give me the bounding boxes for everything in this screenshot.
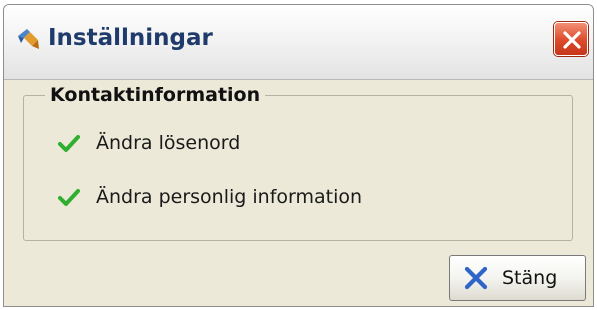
close-icon xyxy=(563,31,581,49)
change-personal-info-option[interactable]: Ändra personlig information xyxy=(58,183,362,211)
settings-app-icon xyxy=(15,27,41,53)
x-icon xyxy=(462,264,490,292)
close-button-label: Stäng xyxy=(502,267,558,289)
settings-dialog: Inställningar Kontaktinformation Ändra l… xyxy=(3,4,594,307)
title-bar[interactable]: Inställningar xyxy=(4,5,593,80)
dialog-content: Kontaktinformation Ändra lösenord Ändra … xyxy=(4,80,593,306)
change-personal-info-label[interactable]: Ändra personlig information xyxy=(96,186,362,208)
checkmark-icon xyxy=(58,186,80,208)
contact-info-group: Kontaktinformation Ändra lösenord Ändra … xyxy=(23,84,573,241)
group-legend: Kontaktinformation xyxy=(45,84,266,106)
window-close-button[interactable] xyxy=(554,22,588,56)
change-password-label[interactable]: Ändra lösenord xyxy=(96,132,240,154)
close-dialog-button[interactable]: Stäng xyxy=(449,255,586,301)
window-title: Inställningar xyxy=(48,25,213,51)
change-password-option[interactable]: Ändra lösenord xyxy=(58,129,240,157)
checkmark-icon xyxy=(58,132,80,154)
